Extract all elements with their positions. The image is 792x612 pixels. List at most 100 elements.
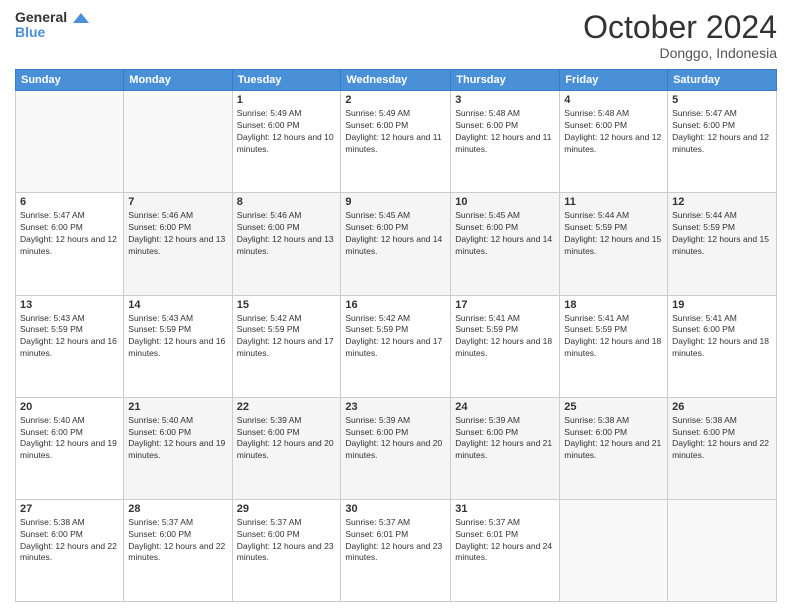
calendar-cell: 2 Sunrise: 5:49 AMSunset: 6:00 PMDayligh… [341, 91, 451, 193]
day-number: 1 [237, 94, 337, 106]
calendar-cell: 15 Sunrise: 5:42 AMSunset: 5:59 PMDaylig… [232, 295, 341, 397]
day-info: Sunrise: 5:49 AMSunset: 6:00 PMDaylight:… [345, 108, 446, 156]
day-info: Sunrise: 5:48 AMSunset: 6:00 PMDaylight:… [564, 108, 663, 156]
day-number: 19 [672, 299, 772, 311]
calendar-week-row: 13 Sunrise: 5:43 AMSunset: 5:59 PMDaylig… [16, 295, 777, 397]
calendar-cell: 10 Sunrise: 5:45 AMSunset: 6:00 PMDaylig… [451, 193, 560, 295]
calendar-cell: 27 Sunrise: 5:38 AMSunset: 6:00 PMDaylig… [16, 499, 124, 601]
day-info: Sunrise: 5:45 AMSunset: 6:00 PMDaylight:… [345, 210, 446, 258]
day-number: 23 [345, 401, 446, 413]
calendar-cell: 31 Sunrise: 5:37 AMSunset: 6:01 PMDaylig… [451, 499, 560, 601]
day-number: 22 [237, 401, 337, 413]
calendar-week-row: 6 Sunrise: 5:47 AMSunset: 6:00 PMDayligh… [16, 193, 777, 295]
day-number: 5 [672, 94, 772, 106]
day-number: 14 [128, 299, 227, 311]
top-section: General Blue October 2024 Donggo, Indone… [15, 10, 777, 61]
day-info: Sunrise: 5:43 AMSunset: 5:59 PMDaylight:… [128, 313, 227, 361]
calendar-cell: 1 Sunrise: 5:49 AMSunset: 6:00 PMDayligh… [232, 91, 341, 193]
day-info: Sunrise: 5:37 AMSunset: 6:01 PMDaylight:… [345, 517, 446, 565]
day-info: Sunrise: 5:40 AMSunset: 6:00 PMDaylight:… [128, 415, 227, 463]
day-info: Sunrise: 5:38 AMSunset: 6:00 PMDaylight:… [564, 415, 663, 463]
day-number: 26 [672, 401, 772, 413]
calendar-cell: 19 Sunrise: 5:41 AMSunset: 6:00 PMDaylig… [668, 295, 777, 397]
day-number: 29 [237, 503, 337, 515]
header-monday: Monday [124, 70, 232, 91]
header-tuesday: Tuesday [232, 70, 341, 91]
calendar-cell: 14 Sunrise: 5:43 AMSunset: 5:59 PMDaylig… [124, 295, 232, 397]
day-info: Sunrise: 5:43 AMSunset: 5:59 PMDaylight:… [20, 313, 119, 361]
day-number: 28 [128, 503, 227, 515]
calendar-cell: 23 Sunrise: 5:39 AMSunset: 6:00 PMDaylig… [341, 397, 451, 499]
calendar-week-row: 1 Sunrise: 5:49 AMSunset: 6:00 PMDayligh… [16, 91, 777, 193]
calendar-cell: 30 Sunrise: 5:37 AMSunset: 6:01 PMDaylig… [341, 499, 451, 601]
day-number: 30 [345, 503, 446, 515]
calendar-cell: 5 Sunrise: 5:47 AMSunset: 6:00 PMDayligh… [668, 91, 777, 193]
calendar-cell: 8 Sunrise: 5:46 AMSunset: 6:00 PMDayligh… [232, 193, 341, 295]
weekday-header-row: Sunday Monday Tuesday Wednesday Thursday… [16, 70, 777, 91]
day-info: Sunrise: 5:40 AMSunset: 6:00 PMDaylight:… [20, 415, 119, 463]
day-info: Sunrise: 5:41 AMSunset: 5:59 PMDaylight:… [564, 313, 663, 361]
day-info: Sunrise: 5:47 AMSunset: 6:00 PMDaylight:… [672, 108, 772, 156]
logo-blue: Blue [15, 25, 89, 40]
day-number: 4 [564, 94, 663, 106]
calendar-cell: 11 Sunrise: 5:44 AMSunset: 5:59 PMDaylig… [560, 193, 668, 295]
calendar-week-row: 20 Sunrise: 5:40 AMSunset: 6:00 PMDaylig… [16, 397, 777, 499]
calendar-cell: 3 Sunrise: 5:48 AMSunset: 6:00 PMDayligh… [451, 91, 560, 193]
day-info: Sunrise: 5:37 AMSunset: 6:00 PMDaylight:… [128, 517, 227, 565]
day-number: 6 [20, 196, 119, 208]
calendar-cell: 24 Sunrise: 5:39 AMSunset: 6:00 PMDaylig… [451, 397, 560, 499]
day-info: Sunrise: 5:48 AMSunset: 6:00 PMDaylight:… [455, 108, 555, 156]
day-number: 25 [564, 401, 663, 413]
calendar-cell [16, 91, 124, 193]
month-title: October 2024 [583, 10, 777, 45]
day-info: Sunrise: 5:39 AMSunset: 6:00 PMDaylight:… [345, 415, 446, 463]
day-number: 11 [564, 196, 663, 208]
calendar-cell: 20 Sunrise: 5:40 AMSunset: 6:00 PMDaylig… [16, 397, 124, 499]
day-info: Sunrise: 5:38 AMSunset: 6:00 PMDaylight:… [672, 415, 772, 463]
day-number: 17 [455, 299, 555, 311]
day-number: 12 [672, 196, 772, 208]
calendar-cell [560, 499, 668, 601]
day-number: 31 [455, 503, 555, 515]
day-number: 3 [455, 94, 555, 106]
day-info: Sunrise: 5:45 AMSunset: 6:00 PMDaylight:… [455, 210, 555, 258]
calendar-cell: 26 Sunrise: 5:38 AMSunset: 6:00 PMDaylig… [668, 397, 777, 499]
calendar-cell: 7 Sunrise: 5:46 AMSunset: 6:00 PMDayligh… [124, 193, 232, 295]
calendar-cell [124, 91, 232, 193]
calendar-cell: 18 Sunrise: 5:41 AMSunset: 5:59 PMDaylig… [560, 295, 668, 397]
day-info: Sunrise: 5:37 AMSunset: 6:01 PMDaylight:… [455, 517, 555, 565]
calendar-cell: 16 Sunrise: 5:42 AMSunset: 5:59 PMDaylig… [341, 295, 451, 397]
day-info: Sunrise: 5:39 AMSunset: 6:00 PMDaylight:… [237, 415, 337, 463]
day-info: Sunrise: 5:44 AMSunset: 5:59 PMDaylight:… [564, 210, 663, 258]
calendar-cell: 22 Sunrise: 5:39 AMSunset: 6:00 PMDaylig… [232, 397, 341, 499]
day-number: 24 [455, 401, 555, 413]
calendar-cell: 9 Sunrise: 5:45 AMSunset: 6:00 PMDayligh… [341, 193, 451, 295]
logo-general: General [15, 10, 89, 25]
day-info: Sunrise: 5:46 AMSunset: 6:00 PMDaylight:… [128, 210, 227, 258]
calendar-cell: 25 Sunrise: 5:38 AMSunset: 6:00 PMDaylig… [560, 397, 668, 499]
header-saturday: Saturday [668, 70, 777, 91]
day-info: Sunrise: 5:42 AMSunset: 5:59 PMDaylight:… [345, 313, 446, 361]
day-info: Sunrise: 5:49 AMSunset: 6:00 PMDaylight:… [237, 108, 337, 156]
calendar-cell: 28 Sunrise: 5:37 AMSunset: 6:00 PMDaylig… [124, 499, 232, 601]
logo: General Blue [15, 10, 89, 41]
day-info: Sunrise: 5:46 AMSunset: 6:00 PMDaylight:… [237, 210, 337, 258]
header-friday: Friday [560, 70, 668, 91]
day-number: 27 [20, 503, 119, 515]
page: General Blue October 2024 Donggo, Indone… [0, 0, 792, 612]
calendar-cell: 21 Sunrise: 5:40 AMSunset: 6:00 PMDaylig… [124, 397, 232, 499]
title-section: October 2024 Donggo, Indonesia [583, 10, 777, 61]
location-title: Donggo, Indonesia [583, 45, 777, 61]
calendar-cell: 4 Sunrise: 5:48 AMSunset: 6:00 PMDayligh… [560, 91, 668, 193]
day-number: 15 [237, 299, 337, 311]
day-number: 2 [345, 94, 446, 106]
day-number: 13 [20, 299, 119, 311]
calendar-cell: 29 Sunrise: 5:37 AMSunset: 6:00 PMDaylig… [232, 499, 341, 601]
header-sunday: Sunday [16, 70, 124, 91]
day-info: Sunrise: 5:42 AMSunset: 5:59 PMDaylight:… [237, 313, 337, 361]
calendar-cell: 6 Sunrise: 5:47 AMSunset: 6:00 PMDayligh… [16, 193, 124, 295]
calendar-cell: 12 Sunrise: 5:44 AMSunset: 5:59 PMDaylig… [668, 193, 777, 295]
day-number: 16 [345, 299, 446, 311]
header-wednesday: Wednesday [341, 70, 451, 91]
day-info: Sunrise: 5:47 AMSunset: 6:00 PMDaylight:… [20, 210, 119, 258]
